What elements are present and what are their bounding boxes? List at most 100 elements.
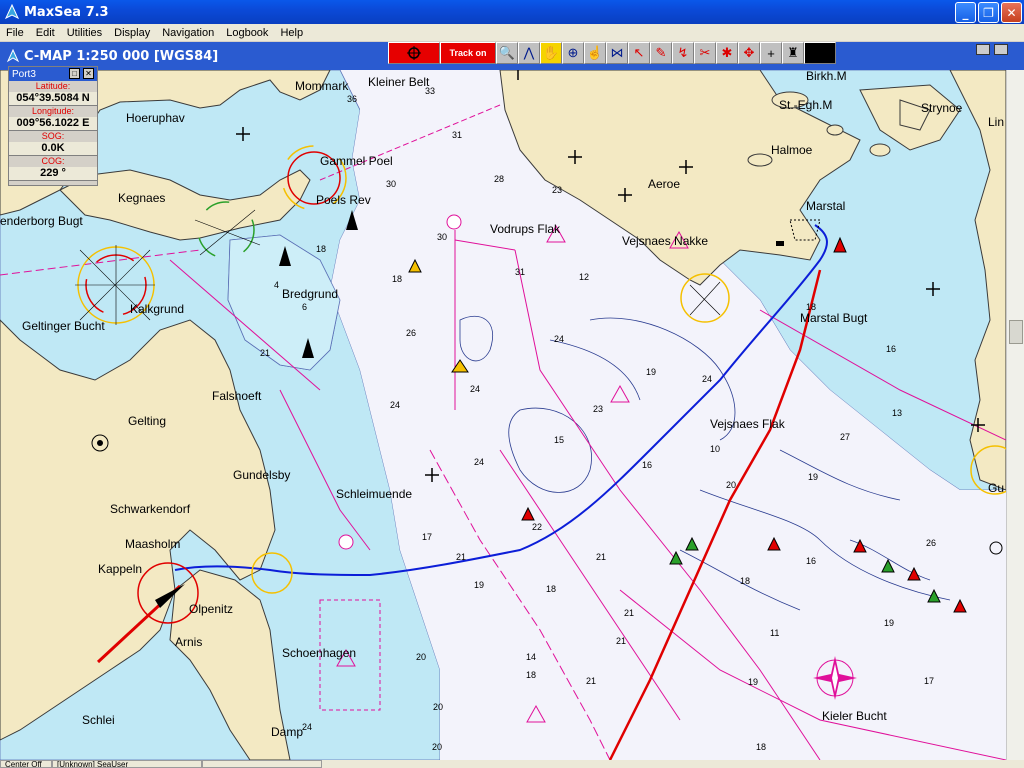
- delete-mark-icon[interactable]: ✱: [716, 42, 738, 64]
- place-label: Arnis: [175, 635, 202, 649]
- pencil-icon[interactable]: ✎: [650, 42, 672, 64]
- sog-value: 0.0K: [9, 142, 97, 155]
- depth-label: 24: [554, 334, 564, 344]
- place-label: St.-Egh.M: [779, 98, 832, 112]
- cursor-arrow-icon[interactable]: ↖: [628, 42, 650, 64]
- place-label: Mommark: [295, 79, 349, 93]
- place-label: Maasholm: [125, 537, 180, 551]
- port-info-panel[interactable]: Port3 □ ✕ Latitude: 054°39.5084 N Longit…: [8, 66, 98, 186]
- scrollbar-thumb[interactable]: [1009, 320, 1023, 344]
- place-label: Schlei: [82, 713, 115, 727]
- depth-label: 18: [546, 584, 556, 594]
- sog-row: SOG: 0.0K: [9, 131, 97, 156]
- depth-label: 21: [616, 636, 626, 646]
- place-label: Damp: [271, 725, 303, 739]
- place-label: Birkh.M: [806, 70, 847, 83]
- depth-label: 18: [806, 302, 816, 312]
- depth-label: 21: [624, 608, 634, 618]
- place-label: Vejsnaes Flak: [710, 417, 786, 431]
- depth-label: 18: [316, 244, 326, 254]
- chart-restore-button[interactable]: [976, 44, 990, 55]
- port-panel-restore-button[interactable]: □: [69, 68, 80, 79]
- chart-window-icon: [6, 49, 20, 63]
- move-icon[interactable]: ✥: [738, 42, 760, 64]
- depth-label: 11: [770, 628, 779, 638]
- depth-label: 23: [552, 185, 562, 195]
- depth-label: 17: [422, 532, 432, 542]
- depth-label: 24: [390, 400, 400, 410]
- depth-label: 20: [726, 480, 736, 490]
- chart-canvas: Mommark Kleiner Belt Hoeruphav Gammel Po…: [0, 70, 1006, 760]
- chart-maximize-button[interactable]: [994, 44, 1008, 55]
- chart-vertical-scrollbar[interactable]: [1006, 70, 1024, 760]
- place-label: Gundelsby: [233, 468, 290, 482]
- place-label: Gelting: [128, 414, 166, 428]
- cog-label: COG:: [41, 156, 65, 166]
- depth-label: 19: [748, 677, 758, 687]
- depth-label: 18: [756, 742, 766, 752]
- place-label: Schoenhagen: [282, 646, 356, 660]
- depth-label: 21: [586, 676, 596, 686]
- color-swatch[interactable]: [804, 42, 836, 64]
- menu-file[interactable]: File: [0, 27, 30, 39]
- longitude-row: Longitude: 009°56.1022 E: [9, 106, 97, 131]
- depth-label: 13: [892, 408, 902, 418]
- depth-label: 21: [596, 552, 606, 562]
- hand-select-icon[interactable]: ☝: [584, 42, 606, 64]
- place-label: Kieler Bucht: [822, 709, 887, 723]
- menu-display[interactable]: Display: [108, 27, 156, 39]
- depth-label: 16: [886, 344, 896, 354]
- minimize-button[interactable]: _: [955, 2, 976, 23]
- center-off-button[interactable]: Center Off: [0, 760, 52, 768]
- depth-label: 28: [494, 174, 504, 184]
- menu-logbook[interactable]: Logbook: [220, 27, 274, 39]
- status-cell: [202, 760, 322, 768]
- lighthouse-icon[interactable]: ♜: [782, 42, 804, 64]
- route-icon[interactable]: ↯: [672, 42, 694, 64]
- scissors-icon[interactable]: ✂: [694, 42, 716, 64]
- nautical-chart[interactable]: Mommark Kleiner Belt Hoeruphav Gammel Po…: [0, 70, 1006, 760]
- compass-divider-icon[interactable]: ⋀: [518, 42, 540, 64]
- maximize-button[interactable]: ❐: [978, 2, 999, 23]
- longitude-value: 009°56.1022 E: [9, 117, 97, 130]
- place-label: Falshoeft: [212, 389, 262, 403]
- depth-label: 14: [526, 652, 536, 662]
- depth-label: 19: [474, 580, 484, 590]
- depth-label: 19: [884, 618, 894, 628]
- depth-label: 30: [437, 232, 447, 242]
- menu-help[interactable]: Help: [274, 27, 309, 39]
- crosshair-circle-icon[interactable]: ⊕: [562, 42, 584, 64]
- depth-label: 24: [470, 384, 480, 394]
- status-bar: Center Off [Unknown] SeaUser: [0, 760, 1024, 768]
- depth-label: 18: [526, 670, 536, 680]
- menu-utilities[interactable]: Utilities: [61, 27, 108, 39]
- scale-tool-icon[interactable]: ⋈: [606, 42, 628, 64]
- place-label: Gammel Poel: [320, 154, 393, 168]
- hand-pan-icon[interactable]: ✋: [540, 42, 562, 64]
- place-label: Aeroe: [648, 177, 680, 191]
- latitude-row: Latitude: 054°39.5084 N: [9, 81, 97, 106]
- plus-icon[interactable]: +: [760, 42, 782, 64]
- place-label: Kappeln: [98, 562, 142, 576]
- title-bar: MaxSea 7.3 _ ❐ ✕: [0, 0, 1024, 24]
- close-button[interactable]: ✕: [1001, 2, 1022, 23]
- depth-label: 16: [806, 556, 816, 566]
- place-label: Schleimuende: [336, 487, 412, 501]
- track-on-button[interactable]: Track on: [440, 42, 496, 64]
- depth-label: 10: [710, 444, 720, 454]
- port-panel-header[interactable]: Port3 □ ✕: [9, 67, 97, 81]
- zoom-icon[interactable]: 🔍: [496, 42, 518, 64]
- place-label: Kegnaes: [118, 191, 165, 205]
- port-panel-close-button[interactable]: ✕: [83, 68, 94, 79]
- place-label: Olpenitz: [189, 602, 233, 616]
- depth-label: 26: [406, 328, 416, 338]
- depth-label: 12: [579, 272, 589, 282]
- place-label: Schwarkendorf: [110, 502, 191, 516]
- chart-toolbar: Track on 🔍 ⋀ ✋ ⊕ ☝ ⋈ ↖ ✎ ↯ ✂ ✱ ✥ + ♜: [388, 42, 836, 64]
- menu-navigation[interactable]: Navigation: [156, 27, 220, 39]
- place-label: Lin: [988, 115, 1004, 129]
- depth-label: 22: [532, 522, 542, 532]
- menu-edit[interactable]: Edit: [30, 27, 61, 39]
- target-icon[interactable]: [388, 42, 440, 64]
- place-label: Strynoe: [921, 101, 963, 115]
